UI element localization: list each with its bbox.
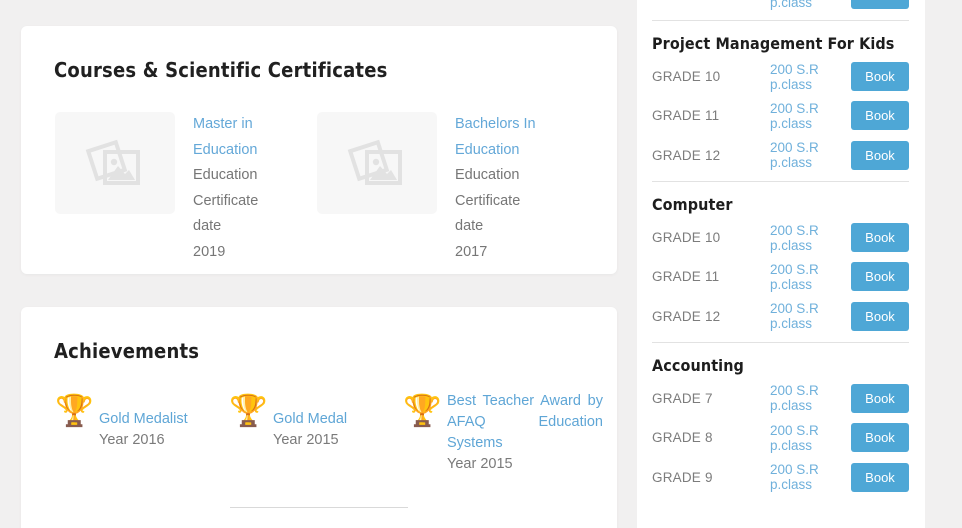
certificate-date-value: 2017 [455,243,488,260]
booking-row: GRADE 10 200 S.R p.class Book [652,57,909,96]
trophy-icon: 🏆 [229,393,268,428]
booking-row: GRADE 8 200 S.R p.class Book [652,418,909,457]
price-label: 200 S.R p.class [770,462,819,493]
booking-group: Accounting GRADE 7 200 S.R p.class Book … [652,343,909,497]
booking-group-title: Accounting [652,355,744,375]
certificate-details: Master in Education Education Certificat… [175,112,287,265]
price-label: 200 S.R p.class [770,0,813,10]
achievement-details: Gold Medalist Year 2016 [99,391,188,451]
achievement-title-link[interactable]: Gold Medalist [99,409,188,430]
grade-label: GRADE 10 [652,230,721,246]
price-label: 200 S.R p.class [770,301,819,332]
price-label: 200 S.R p.class [770,61,819,92]
certificate-item: Bachelors In Education Education Certifi… [317,112,579,265]
certificate-date-value: 2019 [193,243,226,260]
book-button[interactable]: Book [851,301,909,331]
achievements-list: 🏆 Gold Medalist Year 2016 🏆 Gold Medal Y… [21,363,617,475]
achievement-title-link[interactable]: Gold Medal [273,409,347,430]
booking-group: Project Management For Kids GRADE 10 200… [652,21,909,175]
certificate-field: Education [455,167,520,183]
book-button[interactable]: Book [851,423,909,453]
achievement-item: 🏆 Gold Medalist Year 2016 [55,391,229,475]
booking-row: GRADE 11 200 S.R p.class Book [652,96,909,135]
booking-row: GRADE 7 200 S.R p.class Book [652,379,909,418]
booking-row: GRADE 10 200 S.R p.class Book [652,218,909,257]
page-right-gutter [925,0,962,528]
courses-certificates-card: Courses & Scientific Certificates Master… [21,26,617,274]
booking-row-partial: GRADE 9 200 S.R p.class Book [652,0,909,14]
booking-row: GRADE 11 200 S.R p.class Book [652,257,909,296]
grade-label: GRADE 10 [652,69,721,85]
book-button[interactable]: Book [851,262,909,292]
book-button[interactable]: Book [851,0,909,10]
book-button[interactable]: Book [851,62,909,92]
certificate-name-link[interactable]: Master in Education [193,112,287,163]
booking-group-title: Computer [652,194,733,214]
price-label: 200 S.R p.class [770,140,819,171]
courses-card-title: Courses & Scientific Certificates [54,58,388,82]
achievement-title-link[interactable]: Best Teacher Award by AFAQ Education Sys… [447,391,603,454]
achievement-details: Gold Medal Year 2015 [273,391,347,451]
trophy-icon: 🏆 [55,393,94,428]
book-button[interactable]: Book [851,223,909,253]
left-content-column: Courses & Scientific Certificates Master… [0,0,637,528]
achievement-year: Year 2015 [447,456,513,472]
trophy-icon: 🏆 [403,393,442,428]
price-label: 200 S.R p.class [770,383,819,414]
price-label: 200 S.R p.class [770,422,819,453]
certificate-date-label: Certificate date [193,192,259,235]
certificate-name-link[interactable]: Bachelors In Education [455,112,549,163]
achievement-year: Year 2015 [273,432,339,448]
achievements-card: Achievements 🏆 Gold Medalist Year 2016 🏆… [21,307,617,528]
book-button[interactable]: Book [851,101,909,131]
page-root: Courses & Scientific Certificates Master… [0,0,962,528]
grade-label: GRADE 7 [652,390,713,406]
grade-label: GRADE 9 [652,469,713,485]
certificate-date-label: Certificate date [455,192,521,235]
book-button[interactable]: Book [851,140,909,170]
achievements-card-title: Achievements [54,339,200,363]
booking-group-title: Project Management For Kids [652,34,895,53]
certificate-thumbnail[interactable] [55,112,175,214]
achievement-year: Year 2016 [99,432,165,448]
image-placeholder-icon [85,139,140,185]
achievement-item: 🏆 Gold Medal Year 2015 [229,391,403,475]
price-label: 200 S.R p.class [770,261,819,292]
book-button[interactable]: Book [851,383,909,413]
booking-row: GRADE 9 200 S.R p.class Book [652,457,909,496]
booking-group: Computer GRADE 10 200 S.R p.class Book G… [652,182,909,336]
achievement-details: Best Teacher Award by AFAQ Education Sys… [447,391,603,475]
booking-row: GRADE 12 200 S.R p.class Book [652,136,909,175]
book-button[interactable]: Book [851,462,909,492]
price-label: 200 S.R p.class [770,222,819,253]
achievements-divider [230,507,408,508]
booking-sidebar: GRADE 9 200 S.R p.class Book Project Man… [637,0,925,528]
grade-label: GRADE 11 [652,108,720,124]
certificate-item: Master in Education Education Certificat… [55,112,317,265]
grade-label: GRADE 12 [652,308,721,324]
certificates-list: Master in Education Education Certificat… [21,82,617,265]
grade-label: GRADE 11 [652,269,720,285]
grade-label: GRADE 8 [652,430,713,446]
image-placeholder-icon [347,139,402,185]
certificate-details: Bachelors In Education Education Certifi… [437,112,549,265]
booking-row: GRADE 12 200 S.R p.class Book [652,296,909,335]
price-label: 200 S.R p.class [770,100,819,131]
grade-label: GRADE 12 [652,147,721,163]
grade-label: GRADE 9 [652,0,770,2]
booking-sidebar-inner: GRADE 9 200 S.R p.class Book Project Man… [637,0,925,497]
booking-row: GRADE 9 200 S.R p.class Book [652,0,909,14]
certificate-field: Education [193,167,258,183]
achievement-item: 🏆 Best Teacher Award by AFAQ Education S… [403,391,603,475]
certificate-thumbnail[interactable] [317,112,437,214]
